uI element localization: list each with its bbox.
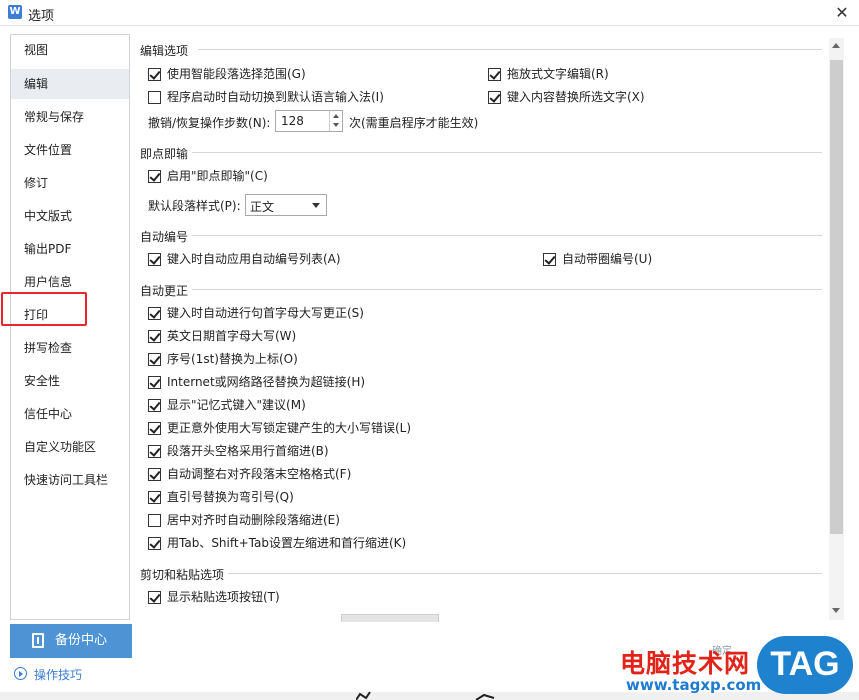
checkbox-box	[543, 253, 556, 266]
checkbox-box	[148, 330, 161, 343]
undo-steps-value: 128	[281, 114, 304, 128]
checkbox-box	[148, 376, 161, 389]
checkbox-box	[148, 491, 161, 504]
sidebar-item-trust-center[interactable]: 信任中心	[11, 399, 129, 429]
checkbox-box	[148, 91, 161, 104]
scroll-down-icon[interactable]	[832, 608, 840, 613]
paragraph-style-value: 正文	[250, 200, 275, 214]
section-divider	[192, 152, 822, 153]
smart-select-label: 使用智能段落选择范围(G)	[167, 67, 306, 81]
section-title-auto-numbering: 自动编号	[140, 230, 189, 244]
window-title: 选项	[28, 9, 55, 24]
section-title-autocorrect: 自动更正	[140, 284, 189, 298]
autocorrect-item-label: 英文日期首字母大写(W)	[167, 329, 297, 343]
scroll-thumb[interactable]	[830, 60, 843, 534]
watermark-site-name: 电脑技术网	[620, 649, 751, 678]
section-title-click-type: 即点即输	[140, 147, 189, 161]
checkbox-box	[148, 514, 161, 527]
checkbox-box	[148, 422, 161, 435]
partially-hidden-button	[341, 614, 439, 622]
options-sidebar: 视图 编辑 常规与保存 文件位置 修订 中文版式 输出PDF 用户信息 打印 拼…	[1, 34, 130, 620]
autocorrect-item-label: 键入时自动进行句首字母大写更正(S)	[167, 306, 364, 320]
sidebar-item-chinese-layout[interactable]: 中文版式	[11, 201, 129, 231]
circled-numbering-label: 自动带圈编号(U)	[562, 252, 653, 266]
enable-click-type-label: 启用"即点即输"(C)	[167, 169, 268, 183]
autocorrect-item-label: 自动调整右对齐段落末空格格式(F)	[167, 467, 352, 481]
autocorrect-item-label: 更正意外使用大写锁定键产生的大小写错误(L)	[167, 421, 412, 435]
checkbox-box	[148, 399, 161, 412]
sidebar-item-view[interactable]: 视图	[11, 35, 129, 65]
undo-steps-note: 次(需重启程序才能生效)	[349, 116, 479, 130]
checkbox-box	[488, 68, 501, 81]
sidebar-item-custom-ribbon[interactable]: 自定义功能区	[11, 432, 129, 462]
checkbox-box	[148, 307, 161, 320]
backup-center-button[interactable]: 备份中心	[10, 624, 132, 658]
typing-replaces-label: 键入内容替换所选文字(X)	[507, 90, 645, 104]
watermark-tag-logo: TAG	[757, 636, 853, 694]
spinner-up-icon[interactable]	[333, 114, 339, 118]
autocorrect-item-label: 用Tab、Shift+Tab设置左缩进和首行缩进(K)	[167, 536, 407, 550]
section-divider	[198, 49, 822, 50]
spinner-down-icon[interactable]	[333, 123, 339, 127]
section-divider	[192, 235, 822, 236]
checkbox-box	[148, 468, 161, 481]
default-paragraph-style-label: 默认段落样式(P):	[148, 199, 241, 213]
section-divider	[228, 573, 822, 574]
sidebar-item-spell-check[interactable]: 拼写检查	[11, 333, 129, 363]
cursor-shadow-shape	[356, 691, 495, 700]
autocorrect-item-label: Internet或网络路径替换为超链接(H)	[167, 375, 366, 389]
checkbox-box	[148, 353, 161, 366]
operation-tips-label: 操作技巧	[34, 668, 83, 682]
play-icon	[14, 667, 27, 680]
sidebar-item-quick-access-toolbar[interactable]: 快速访问工具栏	[11, 465, 129, 495]
backup-icon	[32, 633, 44, 648]
undo-steps-label: 撤销/恢复操作步数(N):	[148, 116, 271, 130]
checkbox-box	[148, 253, 161, 266]
undo-steps-spinner[interactable]: 128	[275, 110, 343, 132]
autocorrect-item-label: 直引号替换为弯引号(Q)	[167, 490, 294, 504]
checkbox-box	[148, 537, 161, 550]
section-title-cut-paste: 剪切和粘贴选项	[140, 568, 225, 582]
sidebar-item-general-save[interactable]: 常规与保存	[11, 102, 129, 132]
content-scrollbar[interactable]	[829, 38, 844, 620]
checkbox-box	[148, 170, 161, 183]
autocorrect-item-label: 序号(1st)替换为上标(O)	[167, 352, 298, 366]
sidebar-item-export-pdf[interactable]: 输出PDF	[11, 234, 129, 264]
close-icon: ✕	[835, 3, 849, 22]
watermark-tag-text: TAG	[770, 645, 840, 683]
scroll-up-icon[interactable]	[832, 43, 840, 48]
spinner-arrows[interactable]	[329, 111, 342, 131]
autocorrect-item-label: 段落开头空格采用行首缩进(B)	[167, 444, 329, 458]
print-highlight-box	[1, 292, 87, 326]
watermark-url: www.tagxp.com	[626, 676, 762, 694]
auto-numbering-list-label: 键入时自动应用自动编号列表(A)	[167, 252, 341, 266]
default-paragraph-style-select[interactable]: 正文	[245, 194, 327, 216]
auto-switch-ime-label: 程序启动时自动切换到默认语言输入法(I)	[167, 90, 384, 104]
section-divider	[192, 289, 822, 290]
chevron-down-icon	[312, 203, 320, 208]
sidebar-item-file-location[interactable]: 文件位置	[11, 135, 129, 165]
section-title-edit-options: 编辑选项	[140, 44, 189, 58]
backup-center-label: 备份中心	[55, 633, 108, 648]
sidebar-item-revision[interactable]: 修订	[11, 168, 129, 198]
checkbox-box	[488, 91, 501, 104]
autocorrect-item-label: 居中对齐时自动删除段落缩进(E)	[167, 513, 340, 527]
checkbox-box	[148, 68, 161, 81]
options-content: 编辑选项 使用智能段落选择范围(G) 拖放式文字编辑(R) 程序启动时自动切换到…	[132, 34, 848, 620]
checkbox-box	[148, 591, 161, 604]
sidebar-item-edit[interactable]: 编辑	[11, 69, 129, 99]
autocorrect-item-label: 显示"记忆式键入"建议(M)	[167, 398, 306, 412]
show-paste-button-label: 显示粘贴选项按钮(T)	[167, 590, 280, 604]
title-bar: W 选项 ✕	[0, 0, 859, 26]
drag-edit-label: 拖放式文字编辑(R)	[507, 67, 609, 81]
close-button[interactable]: ✕	[831, 2, 853, 24]
sidebar-item-security[interactable]: 安全性	[11, 366, 129, 396]
wps-app-icon: W	[8, 5, 22, 19]
checkbox-box	[148, 445, 161, 458]
